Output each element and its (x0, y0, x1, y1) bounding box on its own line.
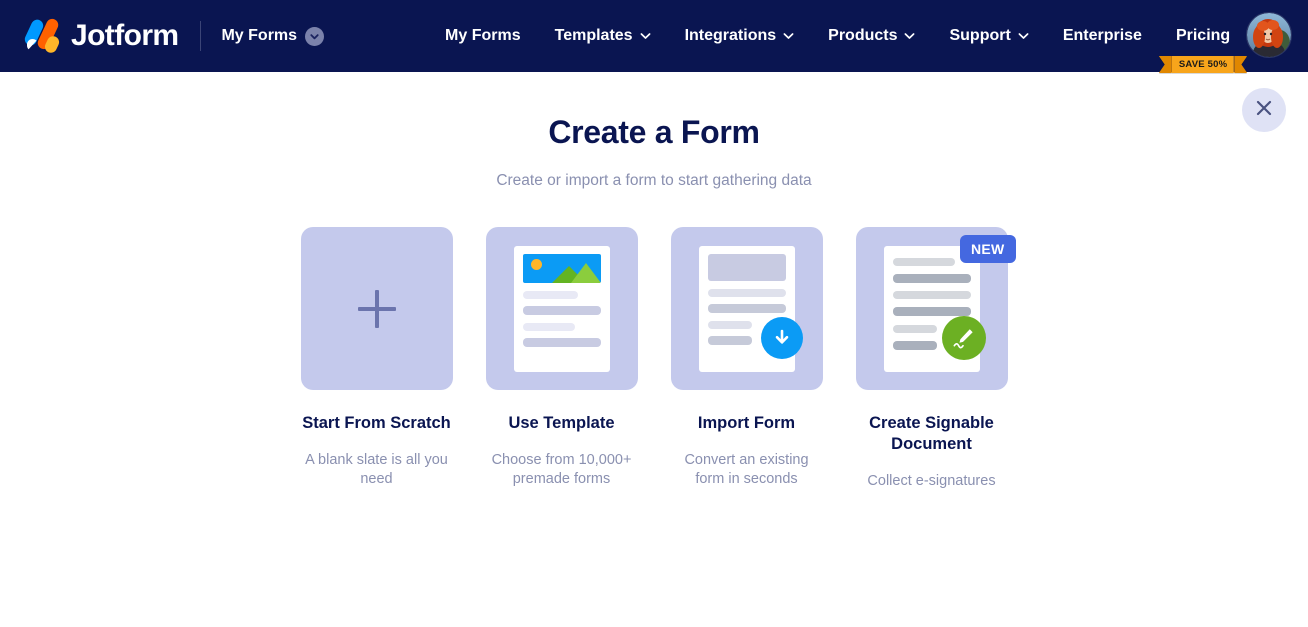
main-nav: My Forms Templates Integrations Products… (428, 27, 1248, 73)
card-description: Collect e-signatures (867, 473, 996, 489)
text-placeholder-row (522, 337, 601, 347)
signable-document-icon (883, 245, 986, 372)
create-form-panel: Create a Form Create or import a form to… (0, 72, 1308, 491)
card-description: A blank slate is all you need (305, 452, 448, 487)
nav-item-support[interactable]: Support (932, 28, 1045, 44)
text-placeholder-row (522, 322, 575, 331)
chevron-down-icon (640, 28, 651, 44)
page-title: Create a Form (548, 114, 760, 150)
page-subtitle: Create or import a form to start gatheri… (496, 172, 812, 189)
nav-item-products[interactable]: Products (811, 28, 932, 44)
card-description: Choose from 10,000+ premade forms (491, 452, 632, 487)
new-badge: NEW (959, 235, 1016, 263)
plus-icon (357, 289, 396, 328)
text-placeholder-row (892, 306, 971, 316)
nav-label: My Forms (445, 27, 521, 44)
nav-label: Support (949, 27, 1011, 44)
text-placeholder-row (522, 305, 601, 315)
sun-icon (530, 258, 542, 270)
text-placeholder-row (707, 303, 786, 313)
text-placeholder-row (892, 290, 971, 299)
card-description: Convert an existing form in seconds (684, 452, 809, 487)
text-placeholder-row (707, 288, 786, 297)
card-tile (670, 227, 823, 390)
nav-label: Products (828, 27, 898, 44)
nav-label: Pricing (1175, 27, 1231, 44)
nav-label: Integrations (684, 27, 777, 44)
chevron-down-icon (1018, 28, 1029, 44)
nav-item-integrations[interactable]: Integrations (668, 28, 812, 44)
import-download-icon (760, 316, 803, 359)
form-creation-options: Start From Scratch A blank slate is all … (0, 227, 1308, 491)
signature-pen-icon (941, 315, 986, 360)
workspace-label: My Forms (221, 27, 298, 44)
brand-name: Jotform (71, 19, 179, 52)
text-placeholder-row (892, 324, 937, 333)
chevron-down-icon (305, 26, 325, 46)
text-placeholder-row (892, 273, 971, 283)
nav-label: Enterprise (1062, 27, 1142, 44)
card-tile: NEW (855, 227, 1016, 390)
text-placeholder-row (892, 257, 955, 266)
template-document-icon (513, 245, 610, 372)
jotform-logo-icon (22, 16, 62, 56)
nav-item-pricing[interactable]: Pricing SAVE 50% (1158, 27, 1248, 73)
save-promo-ribbon: SAVE 50% (1158, 56, 1248, 73)
nav-label: Templates (554, 27, 633, 44)
brand-logo-link[interactable]: Jotform (22, 16, 179, 56)
chevron-down-icon (783, 28, 794, 44)
card-use-template[interactable]: Use Template Choose from 10,000+ premade… (485, 227, 638, 491)
ribbon-tail-left (1158, 56, 1172, 73)
card-title: Start From Scratch (302, 414, 451, 432)
header-divider (200, 21, 202, 51)
ribbon-tail-right (1234, 56, 1248, 73)
mountain-shape (570, 262, 601, 283)
card-tile (300, 227, 453, 390)
close-icon (1254, 98, 1274, 123)
nav-item-my-forms[interactable]: My Forms (428, 28, 538, 44)
chevron-down-icon (904, 28, 915, 44)
card-create-signable-document[interactable]: NEW Create Signable Document Collect e-s… (855, 227, 1016, 491)
card-title: Import Form (697, 414, 796, 432)
template-image-placeholder (522, 253, 601, 283)
nav-item-templates[interactable]: Templates (538, 28, 668, 44)
user-avatar-image (1247, 13, 1291, 57)
ribbon-label: SAVE 50% (1171, 56, 1235, 73)
card-import-form[interactable]: Import Form Convert an existing form in … (670, 227, 823, 491)
text-placeholder-row (707, 320, 752, 329)
text-placeholder-row (707, 335, 752, 345)
card-title: Create Signable Document (869, 414, 994, 453)
card-start-from-scratch[interactable]: Start From Scratch A blank slate is all … (300, 227, 453, 491)
workspace-switcher[interactable]: My Forms (221, 26, 325, 46)
close-button[interactable] (1242, 88, 1286, 132)
nav-item-enterprise[interactable]: Enterprise (1046, 28, 1159, 44)
card-tile (485, 227, 638, 390)
card-title: Use Template (508, 414, 615, 432)
text-placeholder-row (522, 290, 578, 299)
avatar[interactable] (1246, 12, 1292, 58)
top-navigation-bar: Jotform My Forms My Forms Templates Inte… (0, 0, 1308, 73)
text-placeholder-row (892, 340, 937, 350)
header-block-placeholder (707, 253, 786, 281)
import-document-icon (698, 245, 803, 372)
